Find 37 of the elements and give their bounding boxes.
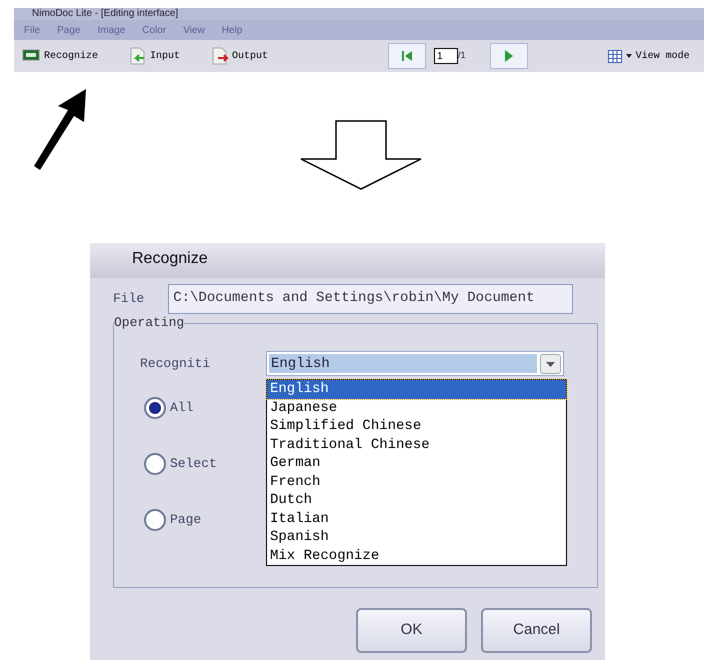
- next-page-button[interactable]: [490, 43, 528, 69]
- first-page-button[interactable]: [388, 43, 426, 69]
- document-out-icon: [210, 47, 228, 65]
- language-option[interactable]: French: [267, 472, 566, 491]
- grid-icon: [608, 50, 622, 62]
- scope-radio[interactable]: Select: [144, 453, 217, 475]
- language-option[interactable]: Simplified Chinese: [267, 417, 566, 436]
- page-number-field[interactable]: 1: [434, 48, 458, 64]
- view-mode-button[interactable]: View mode: [608, 48, 690, 64]
- page-count: /1: [458, 49, 466, 62]
- language-option[interactable]: Japanese: [267, 398, 566, 417]
- window-title: NimoDoc Lite - [Editing interface]: [14, 8, 704, 20]
- file-label: File: [113, 290, 144, 308]
- recognize-button[interactable]: Recognize: [22, 47, 98, 65]
- document-in-icon: [128, 47, 146, 65]
- language-option[interactable]: German: [267, 454, 566, 472]
- caret-icon: [546, 362, 555, 366]
- play-icon: [504, 50, 514, 62]
- cancel-button[interactable]: Cancel: [481, 608, 592, 653]
- dialog-title: Recognize: [90, 243, 605, 278]
- language-option[interactable]: Mix Recognize: [267, 546, 566, 565]
- language-option[interactable]: English: [267, 380, 566, 398]
- input-button[interactable]: Input: [128, 47, 180, 65]
- first-page-icon: [401, 50, 414, 62]
- recognition-label: Recogniti: [140, 355, 210, 373]
- output-button[interactable]: Output: [210, 47, 268, 65]
- language-option[interactable]: Italian: [267, 510, 566, 528]
- scope-radio[interactable]: All: [144, 397, 217, 419]
- group-title: Operating: [114, 314, 184, 332]
- caret-icon: [626, 54, 632, 58]
- language-dropdown[interactable]: English: [266, 351, 564, 376]
- scope-radio[interactable]: Page: [144, 509, 217, 531]
- file-path-field[interactable]: C:\Documents and Settings\robin\My Document: [168, 284, 574, 314]
- language-option[interactable]: Traditional Chinese: [267, 436, 566, 454]
- language-option[interactable]: Dutch: [267, 491, 566, 510]
- ok-button[interactable]: OK: [356, 608, 467, 653]
- language-option[interactable]: Spanish: [267, 528, 566, 546]
